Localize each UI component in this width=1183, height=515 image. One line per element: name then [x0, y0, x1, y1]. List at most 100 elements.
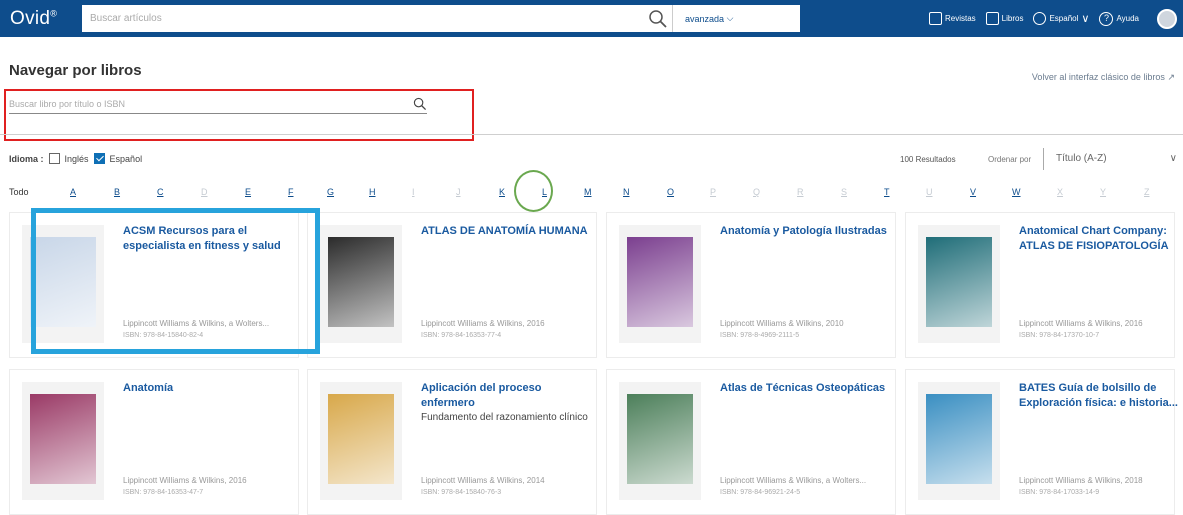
spanish-label[interactable]: Español [110, 154, 143, 164]
book-cover[interactable] [918, 382, 1000, 500]
ovid-logo[interactable]: Ovid® [0, 8, 82, 30]
book-card[interactable]: Anatomía Lippincott Williams & Wilkins, 2… [9, 369, 299, 515]
book-card[interactable]: Anatomía y Patología Ilustradas Lippincot… [606, 212, 896, 358]
book-card[interactable]: Aplicación del proceso enfermero Fundamen… [307, 369, 597, 515]
book-cover-image [926, 394, 992, 484]
language-filter: Idioma : Inglés Español [9, 153, 142, 164]
letter-b[interactable]: B [114, 187, 120, 197]
help-label: Ayuda [1116, 14, 1139, 23]
book-card[interactable]: ATLAS DE ANATOMÍA HUMANA Lippincott Willi… [307, 212, 597, 358]
letter-m[interactable]: M [584, 187, 592, 197]
book-cover[interactable] [22, 382, 104, 500]
book-cover-image [627, 237, 693, 327]
logo-mark: ® [50, 8, 58, 19]
letter-u: U [926, 187, 933, 197]
book-title[interactable]: Aplicación del proceso enfermero [421, 381, 591, 411]
letter-all[interactable]: Todo [9, 187, 29, 197]
results-count: 100 Resultados [900, 155, 956, 164]
book-publisher: Lippincott Williams & Wilkins, 2016 [123, 476, 247, 485]
language-label: Español [1049, 14, 1079, 23]
book-publisher: Lippincott Williams & Wilkins, 2010 [720, 319, 844, 328]
letter-e[interactable]: E [245, 187, 251, 197]
book-cover-image [926, 237, 992, 327]
chevron-down-icon: ∨ [1169, 153, 1177, 164]
article-search-box[interactable]: Buscar artículos [82, 5, 672, 32]
book-title[interactable]: BATES Guía de bolsillo de Exploración fí… [1019, 381, 1183, 411]
language-filter-label: Idioma : [9, 153, 44, 164]
book-isbn: ISBN: 978-84-96921-24-5 [720, 489, 801, 496]
highlight-circle-letter [514, 170, 553, 212]
letter-a[interactable]: A [70, 187, 76, 197]
letter-o[interactable]: O [667, 187, 674, 197]
classic-interface-link[interactable]: Volver al interfaz clásico de libros ↗ [1032, 72, 1175, 83]
book-publisher: Lippincott Williams & Wilkins, a Wolters… [720, 476, 867, 485]
user-avatar[interactable] [1157, 8, 1177, 29]
letter-i: I [412, 187, 415, 197]
letter-f[interactable]: F [288, 187, 294, 197]
logo-text: Ovid [10, 7, 51, 29]
english-checkbox[interactable] [48, 153, 60, 164]
book-cover[interactable] [619, 382, 701, 500]
external-link-icon: ↗ [1167, 72, 1175, 82]
book-publisher: Lippincott Williams & Wilkins, 2016 [1019, 319, 1143, 328]
help-link[interactable]: ? Ayuda [1099, 11, 1139, 26]
letter-t[interactable]: T [884, 187, 890, 197]
letter-n[interactable]: N [623, 187, 630, 197]
book-publisher: Lippincott Williams & Wilkins, 2014 [421, 476, 545, 485]
chevron-down-icon: ⌵ [726, 13, 734, 23]
letter-z: Z [1144, 187, 1150, 197]
letter-s: S [841, 187, 848, 197]
letter-y: Y [1100, 187, 1107, 197]
book-cover[interactable] [320, 382, 402, 500]
book-isbn: ISBN: 978-84-17033-14-9 [1019, 489, 1100, 496]
letter-p: P [710, 187, 717, 197]
advanced-search-dropdown[interactable]: avanzada ⌵ [672, 5, 800, 32]
letter-j: J [456, 187, 461, 197]
nav-journals-label: Revistas [944, 14, 976, 23]
book-title[interactable]: Anatomía [123, 381, 293, 396]
language-menu[interactable]: Español ∨ [1033, 12, 1089, 25]
book-title[interactable]: Atlas de Técnicas Osteopáticas [720, 381, 890, 396]
english-label[interactable]: Inglés [65, 154, 89, 164]
top-bar: Ovid® Buscar artículos avanzada ⌵ Revist… [0, 0, 1183, 37]
letter-k[interactable]: K [499, 187, 505, 197]
book-subtitle: Fundamento del razonamiento clínico [421, 412, 588, 423]
spanish-checkbox[interactable] [93, 153, 105, 164]
book-title[interactable]: Anatomical Chart Company: ATLAS DE FISIO… [1019, 224, 1183, 254]
book-cover-image [30, 394, 96, 484]
book-title[interactable]: ATLAS DE ANATOMÍA HUMANA [421, 224, 591, 239]
globe-icon [1033, 12, 1047, 25]
nav-books[interactable]: Libros [985, 12, 1024, 25]
advanced-label: avanzada [685, 13, 725, 24]
book-cover[interactable] [619, 225, 701, 343]
letter-x: X [1057, 187, 1064, 197]
sort-select[interactable]: Título (A-Z) ∨ [1043, 148, 1183, 170]
letter-w[interactable]: W [1012, 187, 1021, 197]
nav-books-label: Libros [1001, 14, 1024, 23]
sort-value: Título (A-Z) [1056, 153, 1107, 164]
book-isbn: ISBN: 978-84-15840-76-3 [421, 489, 502, 496]
letter-v[interactable]: V [970, 187, 976, 197]
book-cover[interactable] [918, 225, 1000, 343]
book-cover-image [328, 237, 394, 327]
book-cover[interactable] [320, 225, 402, 343]
letter-r: R [797, 187, 804, 197]
nav-journals[interactable]: Revistas [928, 12, 976, 25]
book-card[interactable]: Anatomical Chart Company: ATLAS DE FISIO… [905, 212, 1175, 358]
book-card[interactable]: BATES Guía de bolsillo de Exploración fí… [905, 369, 1178, 515]
letter-g[interactable]: G [327, 187, 334, 197]
book-title[interactable]: Anatomía y Patología Ilustradas [720, 224, 890, 239]
book-icon [985, 12, 999, 25]
letter-h[interactable]: H [369, 187, 376, 197]
search-icon[interactable] [648, 9, 668, 29]
highlight-box-book [31, 208, 320, 354]
book-isbn: ISBN: 978-84-16353-77-4 [421, 332, 502, 339]
book-card[interactable]: Atlas de Técnicas Osteopáticas Lippincott… [606, 369, 896, 515]
book-isbn: ISBN: 978-8-4969-2111-5 [720, 332, 800, 339]
letter-c[interactable]: C [157, 187, 164, 197]
page-title: Navegar por libros [9, 62, 142, 79]
article-search-input[interactable]: Buscar artículos [82, 13, 648, 24]
chevron-down-icon: ∨ [1081, 13, 1090, 25]
classic-link-label: Volver al interfaz clásico de libros [1031, 72, 1165, 82]
book-cover-image [627, 394, 693, 484]
